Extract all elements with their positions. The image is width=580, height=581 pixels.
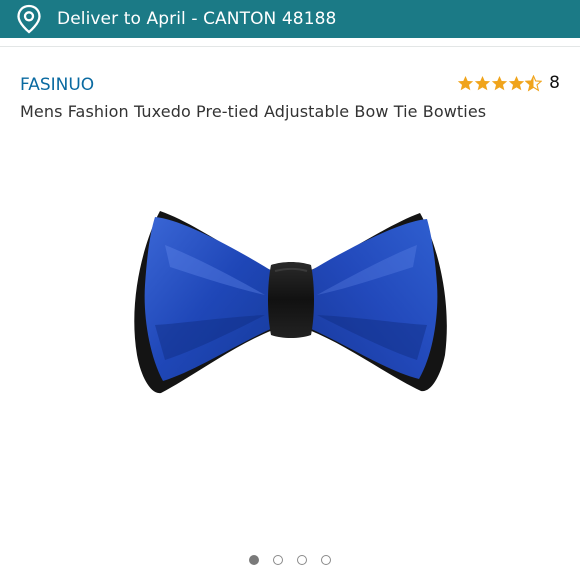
star-icon [475,75,491,90]
product-image[interactable] [125,205,455,395]
deliver-to-bar[interactable]: Deliver to April - CANTON 48188 [0,0,580,38]
star-half-icon [525,74,543,91]
image-carousel-pager[interactable] [0,555,580,565]
brand-link[interactable]: FASINUO [20,75,94,95]
carousel-dot[interactable] [297,555,307,565]
carousel-dot[interactable] [321,555,331,565]
carousel-dot[interactable] [273,555,283,565]
rating-count: 8 [549,73,560,93]
star-icon [492,75,508,90]
star-icon [509,75,525,90]
rating-summary[interactable]: 8 [457,73,560,93]
deliver-to-text: Deliver to April - CANTON 48188 [57,9,337,29]
carousel-dot[interactable] [249,555,259,565]
star-icon [458,75,474,90]
star-rating [457,74,543,92]
location-pin-icon [17,4,41,34]
product-card: FASINUO 8 Mens Fashion Tuxedo Pre-tied A… [0,46,580,581]
product-title: Mens Fashion Tuxedo Pre-tied Adjustable … [20,102,487,121]
